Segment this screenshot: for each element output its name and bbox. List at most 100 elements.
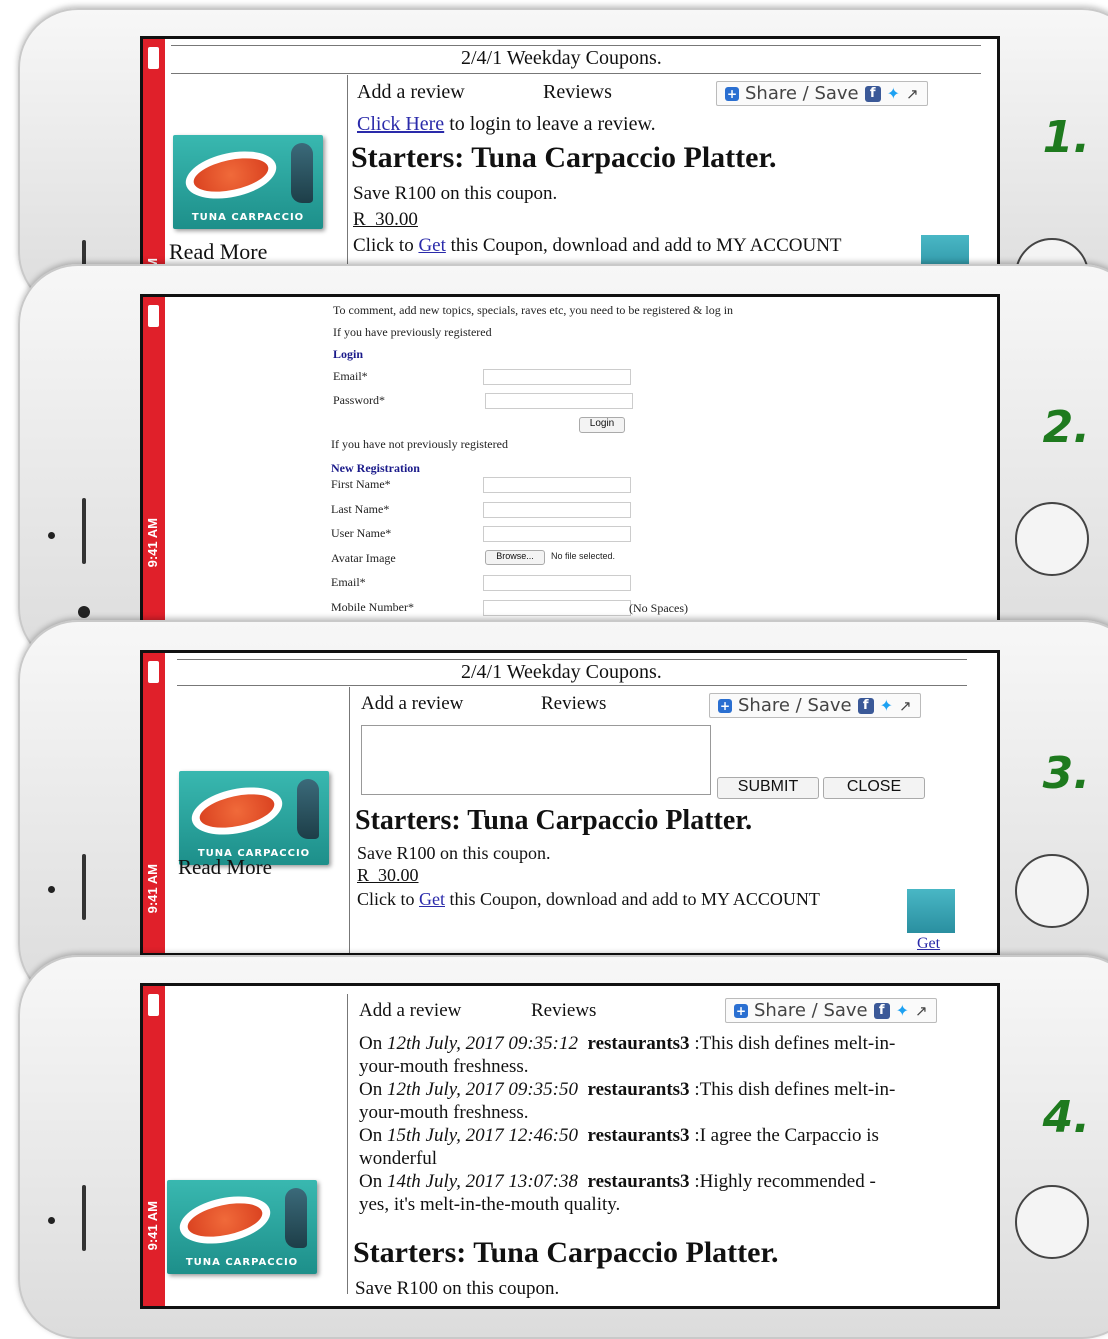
login-email-field[interactable] xyxy=(483,369,631,385)
add-review-tab[interactable]: Add a review xyxy=(359,1000,461,1022)
get-thumbnail-link[interactable]: Get xyxy=(917,935,940,953)
email-label: Email* xyxy=(333,369,368,383)
divider xyxy=(171,45,981,46)
review-entry: On 15th July, 2017 12:46:50 restaurants3… xyxy=(359,1124,979,1170)
submit-button[interactable]: SUBMIT xyxy=(717,777,819,799)
coupon-thumbnail[interactable] xyxy=(907,889,955,933)
step-number-4: 4. xyxy=(1042,1092,1090,1143)
prev-registered-text: If you have previously registered xyxy=(333,325,492,339)
platter-icon xyxy=(187,779,287,843)
divider xyxy=(171,73,981,74)
review-textarea[interactable] xyxy=(361,725,711,795)
user-name-field[interactable] xyxy=(483,526,631,542)
divider xyxy=(349,687,350,953)
status-time: 9:41 AM xyxy=(145,863,160,913)
share-arrow-icon[interactable]: ↗ xyxy=(899,697,912,715)
screen-3: 9:41 AM 2/4/1 Weekday Coupons. TUNA CARP… xyxy=(140,650,1000,956)
plus-icon: + xyxy=(718,698,732,713)
battery-icon xyxy=(148,305,159,327)
review-text: :I agree the Carpaccio is xyxy=(694,1125,879,1146)
read-more-link[interactable]: Read More xyxy=(178,855,272,880)
login-password-field[interactable] xyxy=(485,393,633,409)
reviews-tab[interactable]: Reviews xyxy=(531,1000,596,1022)
phone-speaker xyxy=(82,498,86,564)
share-save-button[interactable]: + Share / Save f ✦ ↗ xyxy=(725,998,937,1023)
first-name-label: First Name* xyxy=(331,477,391,491)
home-button[interactable] xyxy=(1015,854,1089,928)
login-prompt-text: to login to leave a review. xyxy=(444,113,656,135)
coupon-header: 2/4/1 Weekday Coupons. xyxy=(461,47,662,69)
add-review-tab[interactable]: Add a review xyxy=(357,81,465,104)
seahorse-icon xyxy=(291,143,313,203)
no-file-text: No file selected. xyxy=(551,551,616,561)
get-coupon-line: Click to Get this Coupon, download and a… xyxy=(357,889,820,910)
price: R 30.00 xyxy=(353,209,418,230)
logo-label: TUNA CARPACCIO xyxy=(185,1257,299,1268)
review-text: :This dish defines melt-in- xyxy=(694,1079,896,1100)
screen-2: 9:41 AM To comment, add new topics, spec… xyxy=(140,294,1000,630)
download-text: this Coupon, download and add to MY ACCO… xyxy=(445,889,820,909)
get-link[interactable]: Get xyxy=(418,235,445,256)
divider xyxy=(347,75,348,279)
add-review-tab[interactable]: Add a review xyxy=(361,693,463,715)
review-entry: On 14th July, 2017 13:07:38 restaurants3… xyxy=(359,1170,979,1216)
click-here-link[interactable]: Click Here xyxy=(357,113,444,135)
save-text: Save R100 on this coupon. xyxy=(357,843,551,863)
facebook-icon[interactable]: f xyxy=(873,1002,890,1019)
register-email-field[interactable] xyxy=(483,575,631,591)
browse-button[interactable]: Browse... xyxy=(485,550,545,565)
share-save-button[interactable]: + Share / Save f ✦ ↗ xyxy=(716,81,928,106)
register-intro: To comment, add new topics, specials, ra… xyxy=(333,303,734,317)
email-register-label: Email* xyxy=(331,575,366,589)
facebook-icon[interactable]: f xyxy=(864,85,881,102)
share-label: Share / Save xyxy=(754,1000,868,1021)
phone-camera-dot xyxy=(48,1217,55,1224)
divider xyxy=(347,994,348,1294)
step-number-2: 2. xyxy=(1042,402,1090,453)
last-name-field[interactable] xyxy=(483,502,631,518)
battery-icon xyxy=(148,661,159,683)
divider xyxy=(177,659,967,660)
divider xyxy=(177,685,967,686)
reviews-tab[interactable]: Reviews xyxy=(541,693,606,715)
twitter-icon[interactable]: ✦ xyxy=(887,84,900,103)
battery-icon xyxy=(148,994,159,1016)
status-bar: 9:41 AM xyxy=(143,297,165,627)
review-text-cont: your-mouth freshness. xyxy=(359,1056,529,1077)
login-prompt: Click Here to login to leave a review. xyxy=(357,113,656,136)
battery-icon xyxy=(148,47,159,69)
screen-4: 9:41 AM TUNA CARPACCIO Add a review Revi… xyxy=(140,983,1000,1309)
share-label: Share / Save xyxy=(745,83,859,104)
first-name-field[interactable] xyxy=(483,477,631,493)
get-link[interactable]: Get xyxy=(419,889,445,909)
login-button[interactable]: Login xyxy=(579,417,625,433)
share-arrow-icon[interactable]: ↗ xyxy=(906,85,919,103)
phone-speaker xyxy=(82,1185,86,1251)
home-button[interactable] xyxy=(1015,1185,1089,1259)
share-arrow-icon[interactable]: ↗ xyxy=(915,1002,928,1020)
twitter-icon[interactable]: ✦ xyxy=(896,1001,909,1020)
password-label: Password* xyxy=(333,393,386,407)
avatar-label: Avatar Image xyxy=(331,551,396,565)
close-button[interactable]: CLOSE xyxy=(823,777,925,799)
phone-camera-dot xyxy=(48,886,55,893)
read-more-link[interactable]: Read More xyxy=(169,239,267,265)
step-number-3: 3. xyxy=(1042,748,1090,799)
review-date: 12th July, 2017 09:35:50 xyxy=(386,1079,579,1100)
twitter-icon[interactable]: ✦ xyxy=(880,696,893,715)
status-time: 9:41 AM xyxy=(145,1200,160,1250)
tuna-carpaccio-logo[interactable]: TUNA CARPACCIO xyxy=(173,135,323,229)
get-coupon-line: Click to Get this Coupon, download and a… xyxy=(353,235,842,257)
tuna-carpaccio-logo[interactable]: TUNA CARPACCIO xyxy=(167,1180,317,1274)
click-to-text: Click to xyxy=(357,889,419,909)
reviews-tab[interactable]: Reviews xyxy=(543,81,612,104)
home-button[interactable] xyxy=(1015,502,1089,576)
logo-label: TUNA CARPACCIO xyxy=(191,212,305,223)
save-text: Save R100 on this coupon. xyxy=(353,183,558,204)
review-entry: On 12th July, 2017 09:35:50 restaurants3… xyxy=(359,1078,979,1124)
mobile-field[interactable] xyxy=(483,600,631,616)
tuna-carpaccio-logo[interactable]: TUNA CARPACCIO xyxy=(179,771,329,865)
review-user: restaurants3 xyxy=(587,1079,690,1100)
share-save-button[interactable]: + Share / Save f ✦ ↗ xyxy=(709,693,921,718)
facebook-icon[interactable]: f xyxy=(857,697,874,714)
